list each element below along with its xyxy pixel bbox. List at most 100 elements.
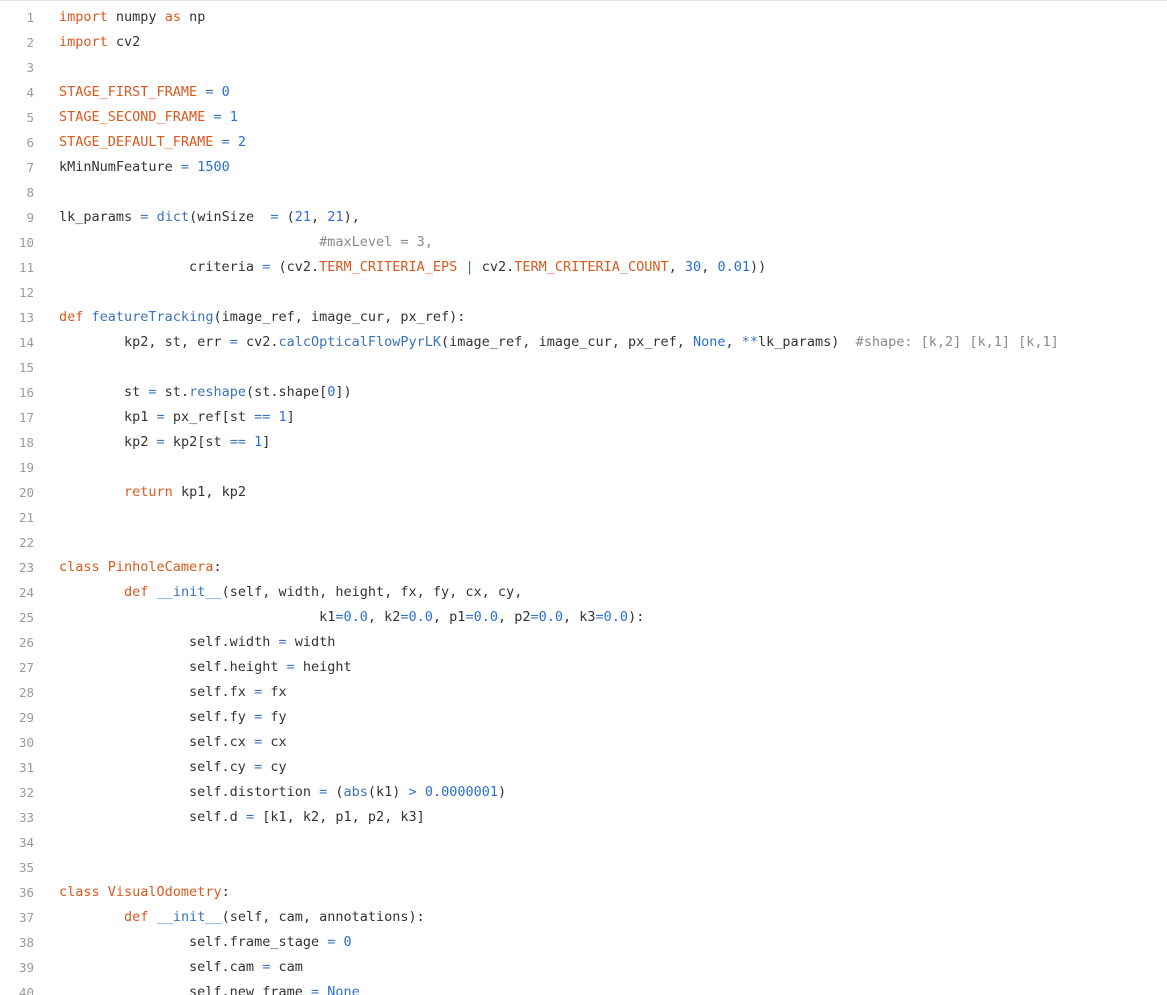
code-token: kp2	[59, 434, 157, 450]
code-line[interactable]: 19	[0, 455, 1167, 480]
code-line[interactable]: 4 STAGE_FIRST_FRAME = 0	[0, 80, 1167, 105]
code-line[interactable]: 34	[0, 830, 1167, 855]
code-token: cv2.	[237, 334, 279, 350]
code-text: def featureTracking(image_ref, image_cur…	[34, 305, 465, 330]
line-number: 30	[18, 735, 34, 750]
code-line[interactable]: 5 STAGE_SECOND_FRAME = 1	[0, 105, 1167, 130]
code-token: ,	[668, 259, 685, 275]
code-line[interactable]: 16 st = st.reshape(st.shape[0])	[0, 380, 1167, 405]
code-token: 21	[294, 209, 312, 225]
code-text: #maxLevel = 3,	[34, 230, 433, 255]
code-text: class PinholeCamera:	[34, 555, 222, 580]
code-line[interactable]: 12	[0, 280, 1167, 305]
code-token: , k3	[563, 609, 596, 625]
code-line[interactable]: 38 self.frame_stage = 0	[0, 930, 1167, 955]
line-number: 22	[18, 535, 34, 550]
code-token: =	[245, 809, 255, 825]
line-number: 34	[18, 835, 34, 850]
code-token: np	[180, 9, 206, 25]
code-token: =	[229, 334, 238, 350]
line-number: 16	[18, 385, 34, 400]
code-line[interactable]: 27 self.height = height	[0, 655, 1167, 680]
code-line[interactable]: 6 STAGE_DEFAULT_FRAME = 2	[0, 130, 1167, 155]
code-line[interactable]: 24 def __init__(self, width, height, fx,…	[0, 580, 1167, 605]
code-line[interactable]: 28 self.fx = fx	[0, 680, 1167, 705]
code-token: =	[278, 634, 287, 650]
code-block[interactable]: 1 import numpy as np 2 import cv2 3 4 STAGE_FI…	[0, 5, 1167, 995]
code-viewer[interactable]: 1 import numpy as np 2 import cv2 3 4 STAGE_FI…	[0, 0, 1167, 995]
code-line[interactable]: 11 criteria = (cv2.TERM_CRITERIA_EPS | c…	[0, 255, 1167, 280]
code-text: import cv2	[34, 30, 140, 55]
code-line[interactable]: 30 self.cx = cx	[0, 730, 1167, 755]
code-line[interactable]: 37 def __init__(self, cam, annotations):	[0, 905, 1167, 930]
code-line[interactable]: 22	[0, 530, 1167, 555]
code-line[interactable]: 3	[0, 55, 1167, 80]
line-number: 7	[26, 160, 34, 175]
code-line[interactable]: 1 import numpy as np	[0, 5, 1167, 30]
code-token: return	[124, 484, 173, 500]
code-line[interactable]: 29 self.fy = fy	[0, 705, 1167, 730]
code-line[interactable]: 31 self.cy = cy	[0, 755, 1167, 780]
code-token: cv2	[107, 34, 141, 50]
code-line[interactable]: 17 kp1 = px_ref[st == 1]	[0, 405, 1167, 430]
code-text: criteria = (cv2.TERM_CRITERIA_EPS | cv2.…	[34, 255, 766, 280]
code-line[interactable]: 36 class VisualOdometry:	[0, 880, 1167, 905]
code-token: #maxLevel = 3,	[319, 234, 433, 250]
code-line[interactable]: 18 kp2 = kp2[st == 1]	[0, 430, 1167, 455]
code-token: kMinNumFeature	[59, 159, 181, 175]
code-line[interactable]: 32 self.distortion = (abs(k1) > 0.000000…	[0, 780, 1167, 805]
code-token: featureTracking	[91, 309, 214, 325]
code-line[interactable]: 14 kp2, st, err = cv2.calcOpticalFlowPyr…	[0, 330, 1167, 355]
code-line[interactable]: 9 lk_params = dict(winSize = (21, 21),	[0, 205, 1167, 230]
line-number: 31	[18, 760, 34, 775]
code-line[interactable]: 35	[0, 855, 1167, 880]
code-line[interactable]: 10 #maxLevel = 3,	[0, 230, 1167, 255]
code-token: self.fx	[59, 684, 255, 700]
code-line[interactable]: 7 kMinNumFeature = 1500	[0, 155, 1167, 180]
code-token: ,	[311, 209, 328, 225]
code-line[interactable]: 8	[0, 180, 1167, 205]
code-line[interactable]: 25 k1=0.0, k2=0.0, p1=0.0, p2=0.0, k3=0.…	[0, 605, 1167, 630]
line-number: 10	[18, 235, 34, 250]
code-text: def __init__(self, width, height, fx, fy…	[34, 580, 522, 605]
code-token: as	[164, 9, 181, 25]
code-line[interactable]: 23 class PinholeCamera:	[0, 555, 1167, 580]
code-token: (self, cam, annotations):	[221, 909, 425, 925]
code-line[interactable]: 40 self.new_frame = None	[0, 980, 1167, 995]
line-number: 15	[18, 360, 34, 375]
code-text: return kp1, kp2	[34, 480, 246, 505]
line-number: 6	[26, 135, 34, 150]
line-number: 38	[18, 935, 34, 950]
code-token: #shape: [k,2] [k,1] [k,1]	[855, 334, 1059, 350]
code-line[interactable]: 39 self.cam = cam	[0, 955, 1167, 980]
code-line[interactable]: 13 def featureTracking(image_ref, image_c…	[0, 305, 1167, 330]
code-line[interactable]: 26 self.width = width	[0, 630, 1167, 655]
line-number: 20	[18, 485, 34, 500]
code-line[interactable]: 2 import cv2	[0, 30, 1167, 55]
code-token: =	[156, 409, 165, 425]
code-token: :	[221, 884, 230, 900]
code-line[interactable]: 33 self.d = [k1, k2, p1, p2, k3]	[0, 805, 1167, 830]
code-token: 0.0000001	[424, 784, 498, 800]
code-token: >	[408, 784, 417, 800]
code-text: kMinNumFeature = 1500	[34, 155, 230, 180]
code-line[interactable]: 21	[0, 505, 1167, 530]
line-number: 29	[18, 710, 34, 725]
code-token: calcOpticalFlowPyrLK	[278, 334, 442, 350]
line-number: 5	[26, 110, 34, 125]
code-token: (image_ref, image_cur, px_ref):	[213, 309, 466, 325]
code-line[interactable]: 15	[0, 355, 1167, 380]
code-line[interactable]: 20 return kp1, kp2	[0, 480, 1167, 505]
line-number: 25	[18, 610, 34, 625]
code-token: 1	[229, 109, 238, 125]
line-number: 36	[18, 885, 34, 900]
code-token: criteria	[59, 259, 263, 275]
